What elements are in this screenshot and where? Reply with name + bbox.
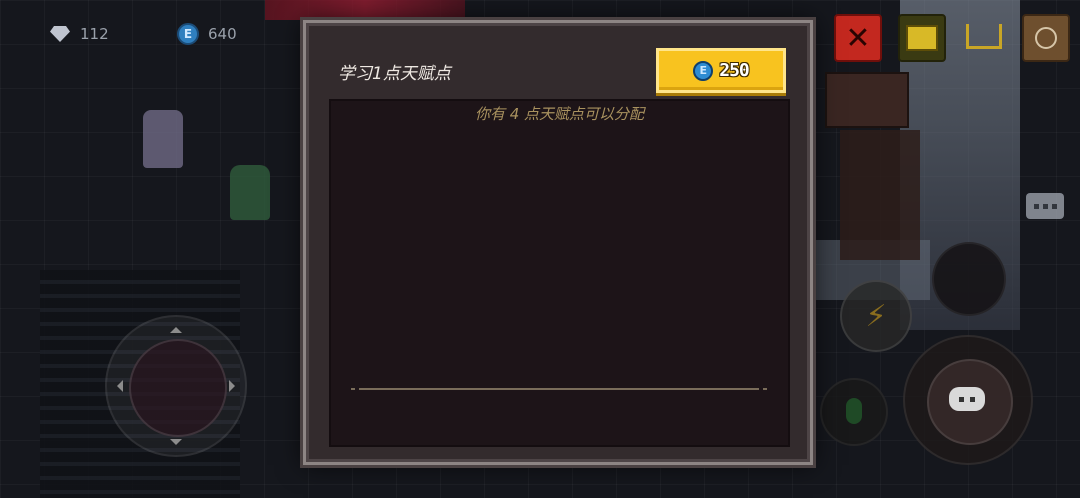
coin-counter: E 640 bbox=[176, 20, 237, 48]
emote-icon bbox=[949, 387, 985, 411]
chest-icon bbox=[906, 25, 938, 51]
arrow-down-icon bbox=[170, 439, 182, 451]
chat-dot-icon bbox=[1042, 203, 1048, 209]
chat-dot-icon bbox=[1033, 203, 1039, 209]
coin-icon: E bbox=[693, 60, 714, 81]
cost-value: 250 bbox=[719, 60, 749, 81]
gem-counter: 112 bbox=[48, 20, 109, 48]
top-right-toolbar: ✕ bbox=[834, 14, 1070, 62]
book-clock-icon bbox=[1035, 27, 1057, 49]
chest-button[interactable] bbox=[898, 14, 946, 62]
talent-panel: 你有 4 点天赋点可以分配 bbox=[329, 99, 790, 447]
cart-icon bbox=[966, 23, 1002, 49]
joystick-knob[interactable] bbox=[129, 339, 227, 437]
dialog-title: 学习1点天赋点 bbox=[338, 64, 451, 84]
attack-button[interactable] bbox=[903, 335, 1033, 465]
close-button[interactable]: ✕ bbox=[834, 14, 882, 62]
chat-button[interactable] bbox=[1026, 193, 1064, 219]
movement-joystick[interactable] bbox=[105, 315, 247, 457]
npc-character bbox=[230, 165, 270, 220]
arrow-left-icon bbox=[111, 380, 123, 392]
gem-icon bbox=[48, 22, 72, 46]
panel-divider bbox=[351, 388, 767, 390]
crate bbox=[825, 72, 909, 128]
learn-talent-button[interactable]: E 250 bbox=[656, 48, 786, 93]
coin-icon: E bbox=[176, 22, 200, 46]
talent-points-info: 你有 4 点天赋点可以分配 bbox=[474, 105, 645, 123]
player-character bbox=[143, 110, 183, 168]
chat-dot-icon bbox=[1051, 203, 1057, 209]
potion-button[interactable] bbox=[820, 378, 888, 446]
coin-count: 640 bbox=[208, 25, 237, 43]
arrow-right-icon bbox=[229, 380, 241, 392]
lightning-icon: ⚡ bbox=[865, 298, 887, 334]
potion-icon bbox=[846, 398, 862, 424]
gem-count: 112 bbox=[80, 25, 109, 43]
talent-dialog: 学习1点天赋点 E 250 你有 4 点天赋点可以分配 bbox=[303, 20, 813, 465]
close-icon: ✕ bbox=[845, 20, 871, 56]
rock-wall bbox=[840, 130, 920, 260]
weapon-switch-button[interactable] bbox=[932, 242, 1006, 316]
banner-decoration bbox=[265, 0, 465, 20]
arrow-up-icon bbox=[170, 321, 182, 333]
shop-cart-button[interactable] bbox=[962, 14, 1006, 58]
skill-button[interactable]: ⚡ bbox=[840, 280, 912, 352]
book-button[interactable] bbox=[1022, 14, 1070, 62]
